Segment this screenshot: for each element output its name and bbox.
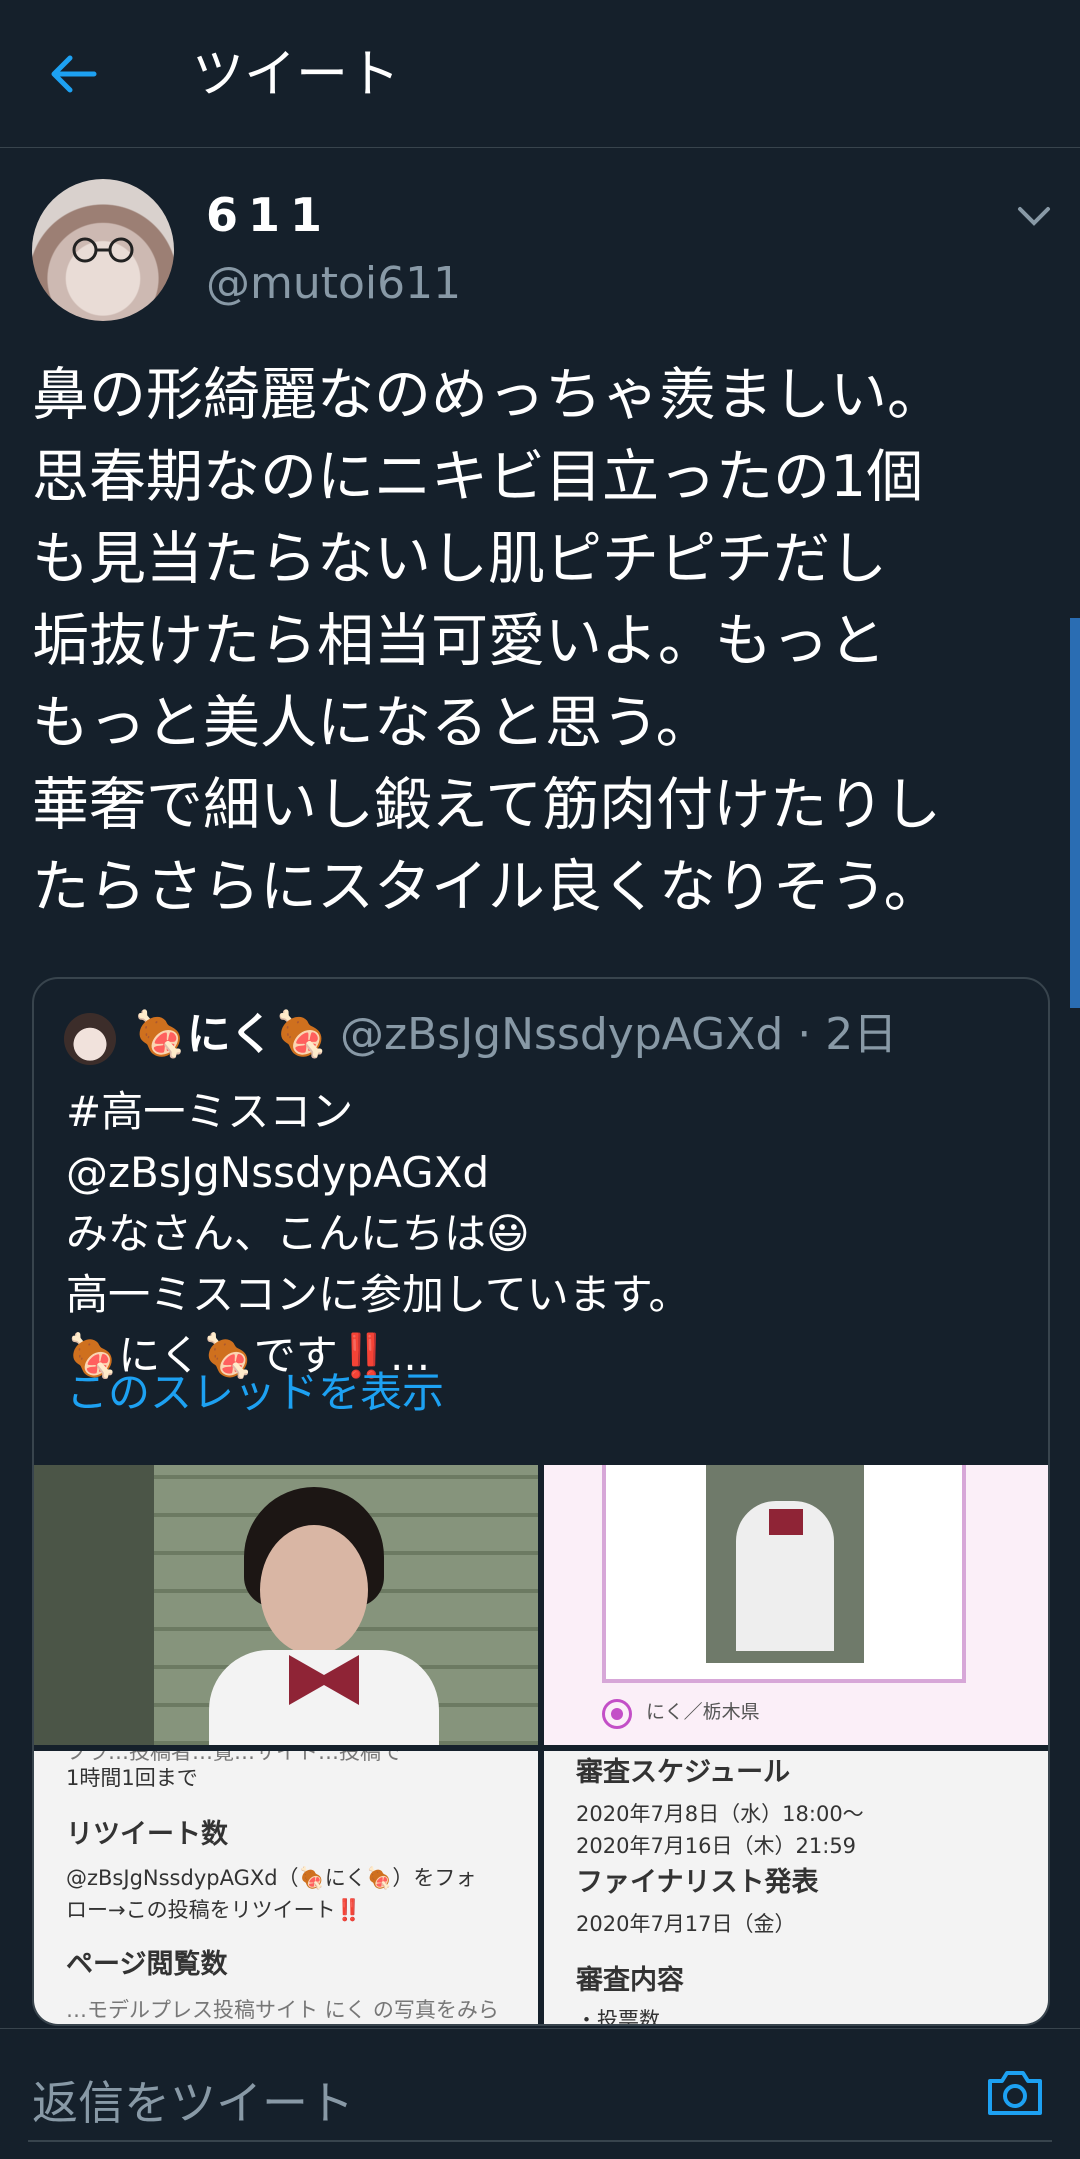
quoted-tweet-text: #高一ミスコン @zBsJgNssdypAGXd みなさん、こんにちは😃 高一ミ…: [66, 1087, 691, 1380]
photo-frame: [602, 1465, 966, 1683]
photo-inner: [706, 1465, 864, 1663]
glasses-graphic: [72, 237, 134, 263]
tweet-text: 鼻の形綺麗なのめっちゃ羨ましい。 思春期なのにニキビ目立ったの1個 も見当たらな…: [32, 362, 944, 920]
doc-text: 2020年7月16日（木）21:59: [576, 1834, 857, 1858]
photo-bow: [769, 1509, 803, 1535]
author-avatar[interactable]: [32, 179, 174, 321]
photo-wall: [34, 1465, 154, 1745]
media-photo-3[interactable]: フラ…投稿者…覧…サイト…投稿で 1時間1回まで リツイート数 @zBsJgNs…: [34, 1751, 538, 2024]
scrollbar[interactable]: [1070, 618, 1080, 1008]
radio-icon: [602, 1699, 632, 1729]
quoted-author-handle: @zBsJgNssdypAGXd · 2日: [340, 1009, 898, 1060]
radio-dot: [611, 1708, 623, 1720]
quoted-author-name: 🍖にく🍖: [132, 1009, 329, 1060]
show-thread-link[interactable]: このスレッドを表示: [66, 1363, 444, 1423]
doc-text: @zBsJgNssdypAGXd（🍖にく🍖）をフォ: [66, 1866, 477, 1890]
doc-text: …モデルプレス投稿サイト にく の写真をみら: [66, 1998, 499, 2022]
author-name[interactable]: 611: [206, 188, 332, 242]
doc-heading: ファイナリスト発表: [576, 1867, 819, 1898]
doc-text: ・投票数: [576, 2008, 660, 2024]
reply-input[interactable]: 返信をツイート: [32, 2067, 354, 2133]
photo-face: [260, 1525, 368, 1655]
doc-heading: 審査内容: [576, 1965, 684, 1996]
arrow-left-icon[interactable]: [48, 48, 100, 100]
top-bar: ツイート: [0, 0, 1080, 148]
media-photo-1[interactable]: [34, 1465, 538, 1745]
divider: [28, 2140, 1052, 2142]
photo-caption: にく／栃木県: [646, 1701, 760, 1723]
photo-shirt: [209, 1650, 439, 1745]
camera-icon[interactable]: [986, 2067, 1044, 2117]
page-title: ツイート: [192, 45, 401, 105]
chevron-down-icon[interactable]: [1016, 204, 1052, 228]
doc-text: 1時間1回まで: [66, 1766, 198, 1790]
doc-heading: 審査スケジュール: [576, 1757, 791, 1788]
doc-heading: ページ閲覧数: [66, 1949, 228, 1980]
media-photo-4[interactable]: 審査スケジュール 2020年7月8日（水）18:00〜 2020年7月16日（木…: [544, 1751, 1048, 2024]
doc-heading: リツイート数: [66, 1819, 228, 1850]
quoted-tweet[interactable]: 🍖にく🍖 @zBsJgNssdypAGXd · 2日 #高一ミスコン @zBsJ…: [32, 977, 1050, 2026]
media-photo-2[interactable]: にく／栃木県: [544, 1465, 1048, 1745]
doc-text: ロー→この投稿をリツイート‼️: [66, 1898, 362, 1922]
quoted-author-avatar: [64, 1013, 116, 1065]
author-handle[interactable]: @mutoi611: [206, 258, 461, 309]
doc-text: 2020年7月17日（金）: [576, 1912, 796, 1936]
doc-text: 2020年7月8日（水）18:00〜: [576, 1802, 864, 1826]
